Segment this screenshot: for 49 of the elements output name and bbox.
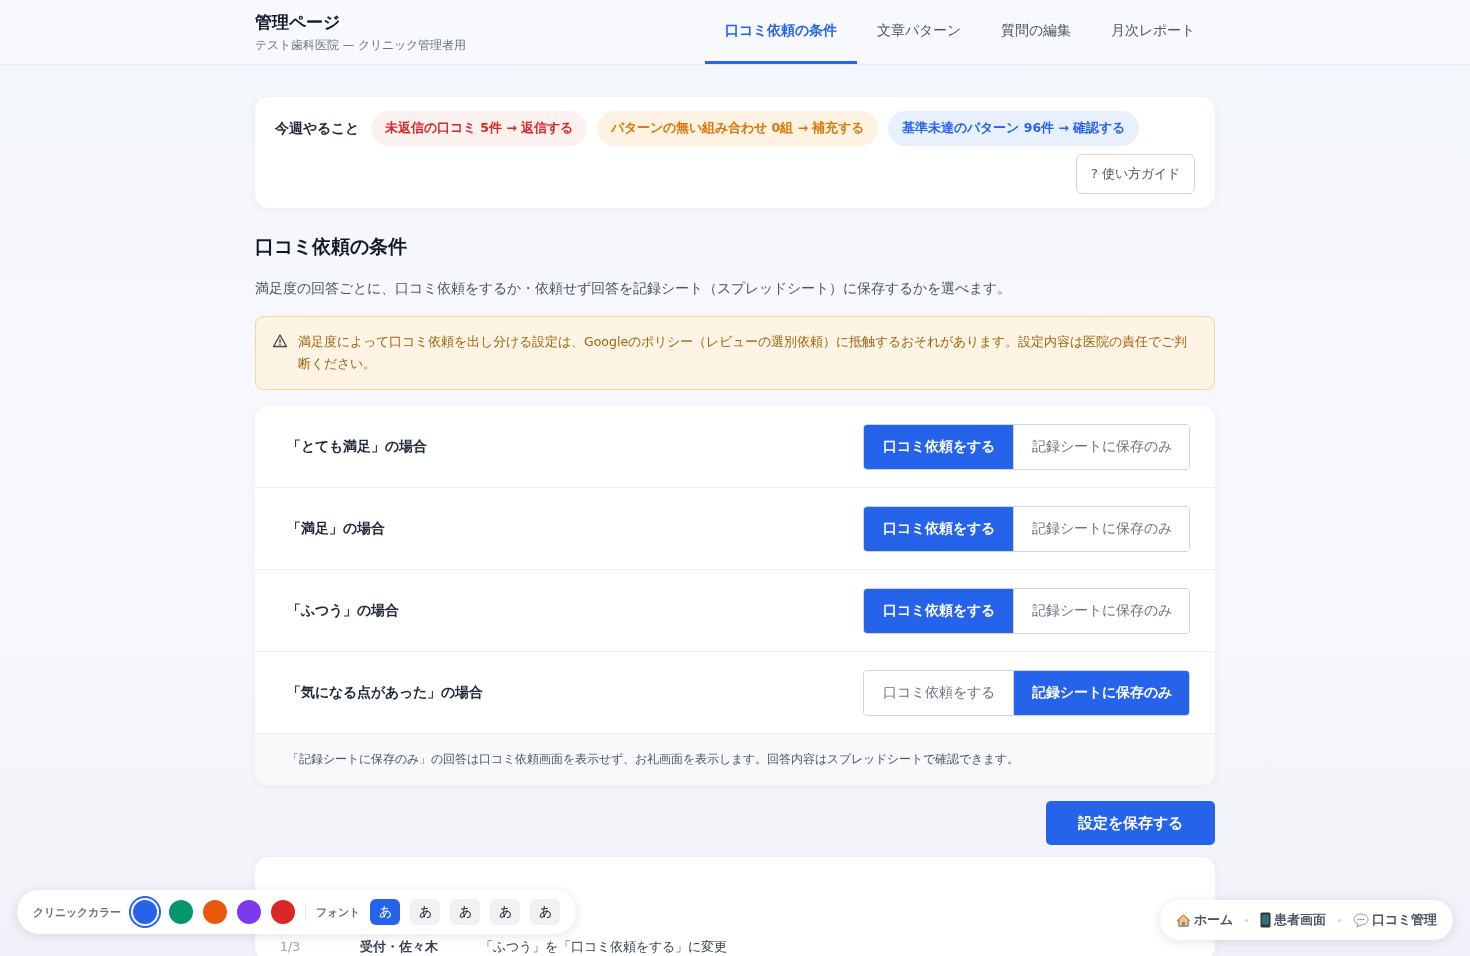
quick-link[interactable]: 患者画面 xyxy=(1260,911,1326,929)
font-label: フォント xyxy=(316,904,360,920)
font-option[interactable]: あ xyxy=(530,899,560,925)
house-icon xyxy=(1176,912,1191,928)
warning-text: 満足度によって口コミ依頼を出し分ける設定は、Googleのポリシー（レビューの選別依頼）に抵触するおそれがあります。設定内容は医院の責任でご判断ください。 xyxy=(298,333,1189,373)
guide-button[interactable]: ? 使い方ガイド xyxy=(1075,154,1195,194)
option-button[interactable]: 口コミ依頼をする xyxy=(864,506,1013,551)
section-title: 口コミ依頼の条件 xyxy=(255,234,408,259)
section-description: 満足度の回答ごとに、口コミ依頼をするか・依頼せず回答を記録シート（スプレッドシート）に保存するかを選べます。 xyxy=(255,280,1012,298)
option-button[interactable]: 記録シートに保存のみ xyxy=(1013,424,1189,469)
option-button[interactable]: 記録シートに保存のみ xyxy=(1013,588,1189,633)
quick-link[interactable]: ホーム xyxy=(1176,911,1233,929)
phone-icon xyxy=(1260,912,1271,928)
color-label: クリニックカラー xyxy=(33,904,121,920)
color-swatch[interactable] xyxy=(169,900,193,924)
option-button[interactable]: 口コミ依頼をする xyxy=(864,424,1013,469)
condition-label: 「とても満足」の場合 xyxy=(287,437,427,456)
history-user: 受付・佐々木 xyxy=(360,939,439,956)
font-option[interactable]: あ xyxy=(410,899,440,925)
warning-icon xyxy=(272,333,288,349)
condition-label: 「ふつう」の場合 xyxy=(287,601,399,620)
option-button[interactable]: 記録シートに保存のみ xyxy=(1013,670,1189,715)
clinic-subtitle: テスト歯科医院 — クリニック管理者用 xyxy=(255,38,466,53)
conditions-note: 「記録シートに保存のみ」の回答は口コミ依頼画面を表示せず、お礼画面を表示します。回答内容はスプレッドシートで確認できます。 xyxy=(255,734,1215,785)
todo-chip[interactable]: パターンの無い組み合わせ 0組 → 補充する xyxy=(597,111,879,146)
todo-chip[interactable]: 基準未達のパターン 96件 → 確認する xyxy=(888,111,1140,146)
speech-bubble-icon xyxy=(1353,912,1369,928)
nav-tab[interactable]: 口コミ依頼の条件 xyxy=(705,0,857,64)
font-option[interactable]: あ xyxy=(490,899,520,925)
todo-chip[interactable]: 未返信の口コミ 5件 → 返信する xyxy=(371,111,588,146)
option-button[interactable]: 記録シートに保存のみ xyxy=(1013,506,1189,551)
color-swatch[interactable] xyxy=(237,900,261,924)
history-change: 「ふつう」を「口コミ依頼をする」に変更 xyxy=(480,939,727,956)
color-swatch[interactable] xyxy=(133,900,157,924)
nav-tab[interactable]: 月次レポート xyxy=(1091,0,1215,64)
history-date: 1/3 xyxy=(280,939,302,956)
page-title: 管理ページ xyxy=(255,11,341,34)
nav-tab[interactable]: 文章パターン xyxy=(857,0,981,64)
color-swatch[interactable] xyxy=(203,900,227,924)
option-button[interactable]: 口コミ依頼をする xyxy=(864,588,1013,633)
condition-label: 「気になる点があった」の場合 xyxy=(287,683,483,702)
save-button[interactable]: 設定を保存する xyxy=(1046,801,1215,845)
condition-label: 「満足」の場合 xyxy=(287,519,385,538)
font-option[interactable]: あ xyxy=(450,899,480,925)
font-option[interactable]: あ xyxy=(370,899,400,925)
quick-link[interactable]: 口コミ管理 xyxy=(1353,911,1437,929)
nav-tab[interactable]: 質問の編集 xyxy=(981,0,1091,64)
todo-label: 今週やること xyxy=(275,119,359,138)
color-swatch[interactable] xyxy=(271,900,295,924)
